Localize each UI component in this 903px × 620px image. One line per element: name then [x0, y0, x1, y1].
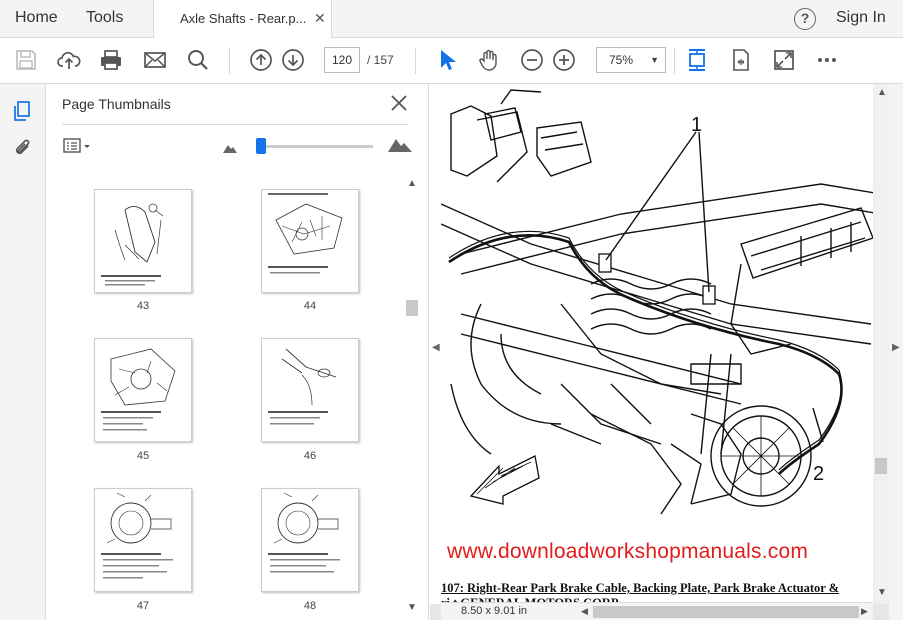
brake-cable-illustration: 1 2: [441, 89, 873, 515]
scrollbar-thumb[interactable]: [875, 458, 887, 474]
thumbnail-page[interactable]: [261, 189, 359, 293]
chevron-down-icon: ▼: [650, 55, 659, 65]
document-scrollbar[interactable]: ▲ ▼: [873, 84, 889, 604]
fullscreen-icon[interactable]: [772, 48, 796, 72]
hand-icon[interactable]: [477, 48, 501, 72]
scroll-up-icon[interactable]: ▲: [877, 87, 887, 98]
page-count: / 157: [367, 53, 394, 67]
thumbnail-size-small-icon[interactable]: [223, 140, 237, 153]
thumbnail-page[interactable]: [94, 189, 192, 293]
page-thumbnails-panel: Page Thumbnails 43 44 45 46 47 48 ▲ ▼: [46, 84, 429, 620]
sign-in-button[interactable]: Sign In: [836, 9, 886, 27]
select-cursor-icon[interactable]: [435, 48, 459, 72]
status-bar: 8.50 x 9.01 in ◀ ▶: [441, 602, 873, 620]
print-icon[interactable]: [99, 48, 123, 72]
page-thumbnails-icon[interactable]: [12, 100, 34, 122]
expand-right-icon[interactable]: ▶: [892, 342, 900, 353]
scrollbar-thumb[interactable]: [406, 300, 418, 316]
attachments-icon[interactable]: [12, 137, 34, 159]
collapse-left-icon[interactable]: ◀: [432, 342, 440, 353]
page-number-input[interactable]: 120: [324, 47, 360, 73]
thumbnail-page[interactable]: [261, 488, 359, 592]
callout-2: 2: [813, 463, 824, 485]
save-icon[interactable]: [14, 48, 38, 72]
upload-icon[interactable]: [57, 48, 81, 72]
zoom-out-icon[interactable]: [520, 48, 544, 72]
horizontal-scrollbar-thumb[interactable]: [593, 606, 859, 618]
scroll-mode-icon[interactable]: [685, 48, 709, 72]
thumbnail-page-number: 45: [136, 450, 150, 462]
home-menu[interactable]: Home: [15, 9, 58, 27]
next-page-icon[interactable]: [281, 48, 305, 72]
pdf-page: 1 2 www.downloadworkshopmanuals.com 107:…: [441, 84, 873, 604]
toolbar-divider: [674, 48, 675, 74]
thumbnail-page-number: 44: [303, 300, 317, 312]
thumbnail-page[interactable]: [94, 488, 192, 592]
thumbnail-size-slider[interactable]: [260, 145, 373, 148]
callout-1: 1: [691, 114, 702, 136]
document-viewer: ◀ 1 2 www.downloadworkshopmanuals.com 10…: [430, 84, 903, 620]
thumbnail-page-number: 46: [303, 450, 317, 462]
thumbnail-size-large-icon[interactable]: [388, 136, 412, 152]
scroll-left-icon[interactable]: ◀: [581, 606, 588, 617]
tab-title: Axle Shafts - Rear.p...: [180, 11, 307, 26]
scroll-down-icon[interactable]: ▼: [877, 587, 887, 598]
search-icon[interactable]: [186, 48, 210, 72]
divider: [62, 124, 408, 125]
scroll-up-icon[interactable]: ▲: [407, 178, 417, 189]
page-size: 8.50 x 9.01 in: [461, 605, 528, 617]
help-icon[interactable]: ?: [794, 8, 816, 30]
thumbnail-page-number: 43: [136, 300, 150, 312]
close-icon[interactable]: [390, 94, 408, 112]
zoom-in-icon[interactable]: [552, 48, 576, 72]
toolbar-divider: [415, 48, 416, 74]
email-icon[interactable]: [143, 48, 167, 72]
thumbnail-options-icon[interactable]: [63, 136, 95, 156]
thumbnails-scrollbar[interactable]: ▲ ▼: [404, 178, 420, 618]
zoom-select[interactable]: 75% ▼: [596, 47, 666, 73]
thumbnail-page[interactable]: [261, 338, 359, 442]
page-fit-icon[interactable]: [729, 48, 753, 72]
document-tab[interactable]: Axle Shafts - Rear.p... ✕: [153, 0, 332, 38]
scroll-down-icon[interactable]: ▼: [407, 602, 417, 613]
figure-caption: 107: Right-Rear Park Brake Cable, Backin…: [441, 581, 840, 595]
panel-title: Page Thumbnails: [62, 96, 171, 112]
thumbnail-page-number: 48: [303, 600, 317, 612]
thumbnail-page[interactable]: [94, 338, 192, 442]
previous-page-icon[interactable]: [249, 48, 273, 72]
slider-handle[interactable]: [256, 138, 266, 154]
toolbar-divider: [229, 48, 230, 74]
watermark-text[interactable]: www.downloadworkshopmanuals.com: [447, 540, 808, 564]
thumbnail-page-number: 47: [136, 600, 150, 612]
left-rail: [0, 84, 46, 620]
tab-close-icon[interactable]: ✕: [314, 10, 326, 27]
scroll-right-icon[interactable]: ▶: [861, 606, 868, 617]
toolbar: 120 / 157 75% ▼: [0, 38, 903, 84]
zoom-value: 75%: [609, 53, 634, 67]
menu-bar: Home Tools Axle Shafts - Rear.p... ✕ ? S…: [0, 0, 903, 38]
more-icon[interactable]: [815, 48, 839, 72]
tools-menu[interactable]: Tools: [86, 9, 123, 27]
right-rail: ▶: [889, 84, 903, 620]
left-gutter: ◀: [430, 84, 441, 604]
